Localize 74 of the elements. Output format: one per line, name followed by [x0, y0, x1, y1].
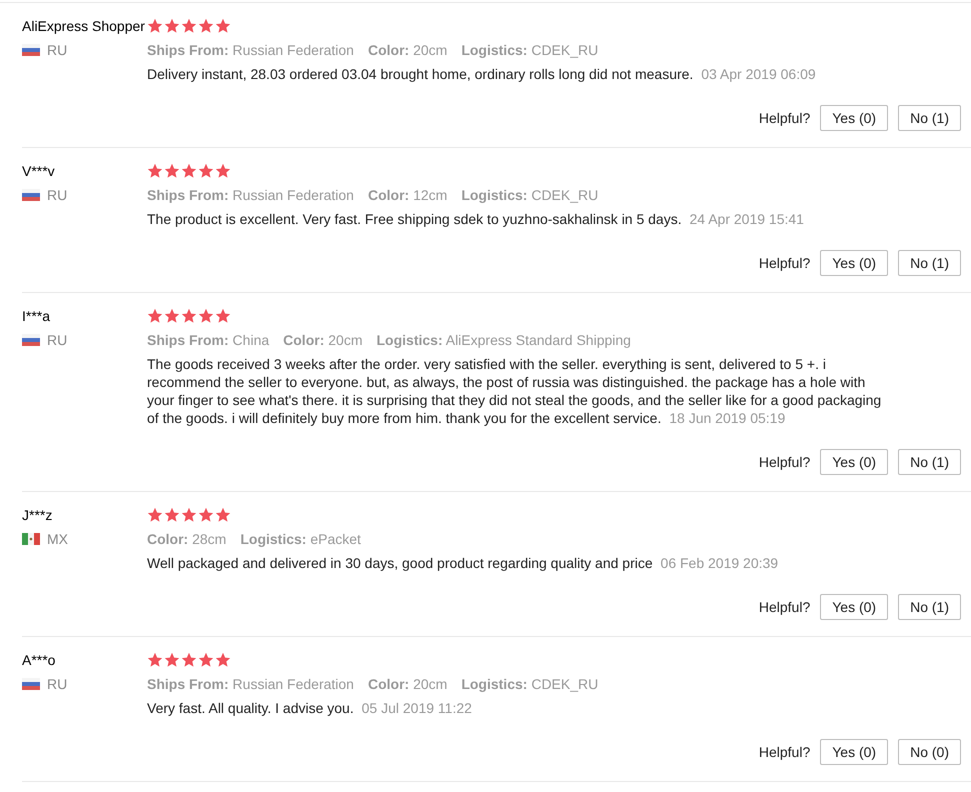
star-icon: [164, 507, 180, 523]
country-code: RU: [47, 676, 68, 692]
star-icon: [215, 308, 231, 324]
star-icon: [181, 308, 197, 324]
helpful-label: Helpful?: [758, 454, 810, 470]
review-text: The product is excellent. Very fast. Free shipping sdek to yuzhno-sakhalinsk in 5 days. 24 Apr 2019 15:41: [147, 210, 805, 228]
review-text: Well packaged and delivered in 30 days, good product regarding quality and price 06 Feb 2019 20:39: [147, 554, 780, 572]
yes-button[interactable]: Yes (0): [820, 105, 888, 131]
helpful-label: Helpful?: [758, 110, 810, 126]
reviewer-name: V***v: [22, 162, 56, 180]
helpful-label: Helpful?: [758, 744, 810, 760]
star-icon: [147, 308, 163, 324]
product-attribute: Ships From: China: [147, 331, 270, 349]
helpful-label: Helpful?: [758, 255, 810, 271]
star-icon: [181, 507, 197, 523]
review-text: Very fast. All quality. I advise you. 05 Jul 2019 11:22: [147, 699, 473, 717]
country-code: MX: [47, 531, 68, 547]
country-code: RU: [47, 42, 68, 58]
review-text: The goods received 3 weeks after the order. very satisfied with the seller. everything is sent, delivered to 5 +. i recommend the seller to everyone. but, as always, the post of russia was distinguished. the package has a hole with your finger to see what's there. it is surprising that they did not steal the goods, and the seller like for a good packaging of the goods. i will definitely buy more from him. thank you for the excellent service. 18 Jun 2019 05:19: [147, 355, 882, 427]
star-icon: [215, 163, 231, 179]
star-icon: [215, 652, 231, 668]
reviewer-name: J***z: [22, 506, 54, 524]
yes-button[interactable]: Yes (0): [820, 739, 888, 765]
product-attribute: Color: 28cm: [147, 530, 226, 548]
star-icon: [164, 18, 180, 34]
star-icon: [198, 163, 214, 179]
product-attribute: Logistics: CDEK_RU: [461, 186, 598, 204]
product-attribute: Color: 20cm: [368, 41, 448, 59]
yes-button[interactable]: Yes (0): [820, 449, 888, 475]
country-code: RU: [47, 187, 68, 203]
flag-icon: [22, 189, 40, 201]
product-attribute: Color: 12cm: [368, 186, 448, 204]
flag-icon: [22, 533, 40, 545]
product-attribute: Ships From: Russian Federation: [147, 186, 354, 204]
star-icon: [215, 507, 231, 523]
star-icon: [198, 18, 214, 34]
star-icon: [164, 163, 180, 179]
star-icon: [181, 652, 197, 668]
star-icon: [215, 18, 231, 34]
star-icon: [181, 18, 197, 34]
reviewer-name: I***a: [22, 307, 52, 325]
product-attribute: Logistics: CDEK_RU: [461, 675, 598, 693]
star-icon: [164, 652, 180, 668]
star-icon: [147, 507, 163, 523]
review-text: Delivery instant, 28.03 ordered 03.04 brought home, ordinary rolls long did not measure. 03 Apr 2019 06:09: [147, 65, 817, 83]
no-button[interactable]: No (1): [898, 250, 961, 276]
product-attribute: Logistics: CDEK_RU: [461, 41, 598, 59]
helpful-label: Helpful?: [758, 599, 810, 615]
product-attribute: Color: 20cm: [283, 331, 362, 349]
product-attribute: Logistics: AliExpress Standard Shipping: [376, 331, 631, 349]
product-attribute: Logistics: ePacket: [240, 530, 361, 548]
star-icon: [198, 652, 214, 668]
star-icon: [164, 308, 180, 324]
product-attribute: Ships From: Russian Federation: [147, 675, 354, 693]
star-icon: [181, 163, 197, 179]
no-button[interactable]: No (1): [898, 449, 961, 475]
star-icon: [147, 18, 163, 34]
no-button[interactable]: No (1): [898, 105, 961, 131]
yes-button[interactable]: Yes (0): [820, 250, 888, 276]
product-attribute: Ships From: Russian Federation: [147, 41, 354, 59]
reviewer-name: A***o: [22, 651, 56, 669]
star-icon: [147, 163, 163, 179]
no-button[interactable]: No (0): [898, 739, 961, 765]
star-icon: [198, 308, 214, 324]
product-attribute: Color: 20cm: [368, 675, 448, 693]
no-button[interactable]: No (1): [898, 594, 961, 620]
flag-icon: [22, 334, 40, 346]
flag-icon: [22, 678, 40, 690]
country-code: RU: [47, 332, 68, 348]
star-icon: [198, 507, 214, 523]
star-icon: [147, 652, 163, 668]
reviewer-name: AliExpress Shopper: [22, 17, 146, 35]
yes-button[interactable]: Yes (0): [820, 594, 888, 620]
flag-icon: [22, 44, 40, 56]
